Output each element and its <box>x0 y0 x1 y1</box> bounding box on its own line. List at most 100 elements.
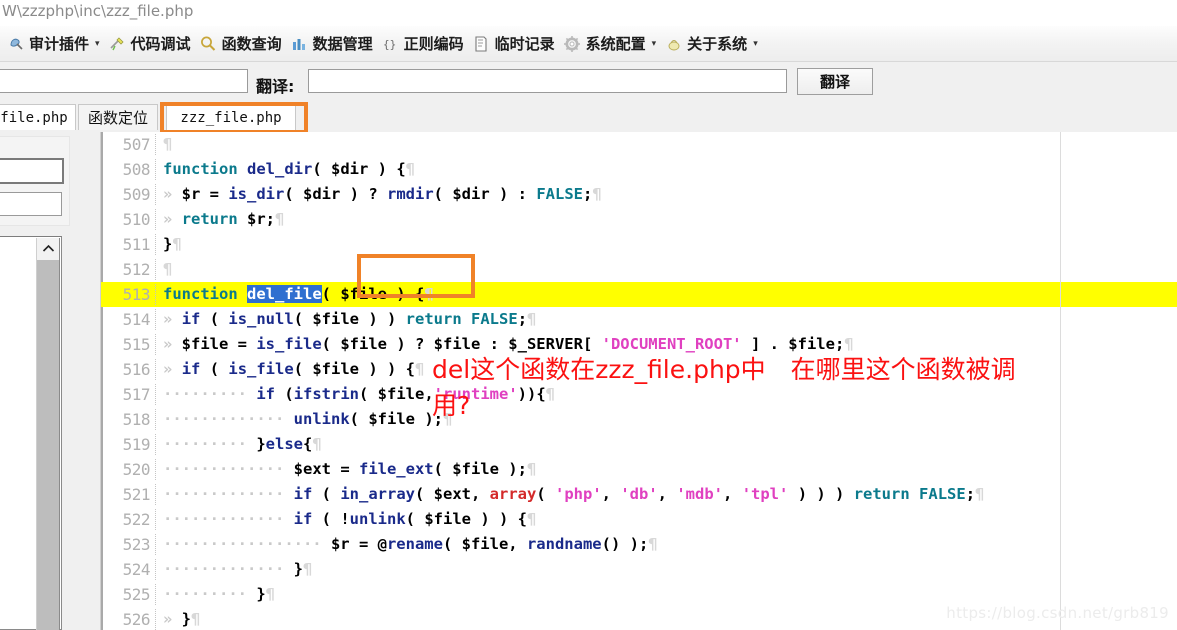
code-lines-container: 507 ¶ 508 function del_dir( $dir ) {¶ 509 » $… <box>101 132 1177 630</box>
code-text: » if ( is_file( $file ) ) {¶ <box>163 360 425 378</box>
toolbar-label: 审计插件 <box>29 35 90 53</box>
code-text: » }¶ <box>163 610 201 628</box>
code-line[interactable]: 524 ············· }¶ <box>101 557 1177 582</box>
code-text: ············· unlink( $file );¶ <box>163 410 453 428</box>
gutter-separator <box>155 134 157 155</box>
gutter-separator <box>155 259 157 280</box>
toolbar-label: 数据管理 <box>312 35 373 53</box>
code-line[interactable]: 508 function del_dir( $dir ) {¶ <box>101 157 1177 182</box>
code-text: ¶ <box>163 260 173 278</box>
line-number: 515 <box>122 335 151 354</box>
search-translate-row: 翻译: 翻译 <box>0 62 1177 103</box>
toolbar-label: 正则编码 <box>403 35 464 53</box>
code-text: function del_file( $file ) {¶ <box>163 285 434 303</box>
translate-label: 翻译: <box>256 77 295 96</box>
toolbar-item-code-debug[interactable]: 代码调试 <box>104 29 195 59</box>
line-number: 516 <box>122 360 151 379</box>
gutter-separator <box>155 359 157 380</box>
code-line[interactable]: 521 ············· if ( in_array( $ext, ar… <box>101 482 1177 507</box>
gutter-separator <box>155 584 157 605</box>
code-line[interactable]: 509 » $r = is_dir( $dir ) ? rmdir( $dir )… <box>101 182 1177 207</box>
gutter-separator <box>155 159 157 180</box>
gutter-separator <box>155 409 157 430</box>
translate-button[interactable]: 翻译 <box>797 68 873 95</box>
line-number: 509 <box>122 185 151 204</box>
tab-file-php[interactable]: file.php <box>0 104 76 130</box>
info-icon <box>664 34 683 53</box>
line-number: 510 <box>122 210 151 229</box>
search-input[interactable] <box>0 69 248 93</box>
gutter-separator <box>155 559 157 580</box>
line-number: 508 <box>122 160 151 179</box>
line-number: 524 <box>122 560 151 579</box>
tab-function-locate[interactable]: 函数定位 <box>78 104 158 130</box>
scrollbar-thumb[interactable] <box>37 260 59 630</box>
code-line[interactable]: 517 ········· if (ifstrin( $file,'runtime… <box>101 382 1177 407</box>
chevron-down-icon[interactable]: ▾ <box>652 39 657 48</box>
gutter-separator <box>155 534 157 555</box>
code-line[interactable]: 518 ············· unlink( $file );¶ <box>101 407 1177 432</box>
plugin-icon <box>6 34 25 53</box>
toolbar-item-data-manage[interactable]: 数据管理 <box>286 29 377 59</box>
line-number: 511 <box>122 235 151 254</box>
code-line[interactable]: 519 ········· }else{¶ <box>101 432 1177 457</box>
code-line[interactable]: 510 » return $r;¶ <box>101 207 1177 232</box>
left-panel-field-1[interactable] <box>0 158 64 184</box>
left-side-panel <box>0 132 101 630</box>
magnifier-icon <box>199 34 218 53</box>
code-line[interactable]: 522 ············· if ( !unlink( $file ) )… <box>101 507 1177 532</box>
gutter-separator <box>155 434 157 455</box>
code-line[interactable]: 512 ¶ <box>101 257 1177 282</box>
code-line[interactable]: 507 ¶ <box>101 132 1177 157</box>
code-line[interactable]: 513 function del_file( $file ) {¶ <box>101 282 1177 307</box>
gutter-separator <box>155 509 157 530</box>
editor-tab-strip: file.php 函数定位 zzz_file.php <box>0 102 1177 134</box>
translate-input[interactable] <box>308 69 787 93</box>
toolbar-label: 关于系统 <box>687 35 748 53</box>
toolbar-item-about-system[interactable]: 关于系统 ▾ <box>660 29 762 59</box>
window-file-path: W\zzzphp\inc\zzz_file.php <box>2 2 194 20</box>
chevron-down-icon[interactable]: ▾ <box>95 39 100 48</box>
gutter-separator <box>155 384 157 405</box>
code-text: ············· $ext = file_ext( $file );¶ <box>163 460 537 478</box>
gutter-separator <box>155 284 157 305</box>
gutter-separator <box>155 309 157 330</box>
code-line[interactable]: 514 » if ( is_null( $file ) ) return FALS… <box>101 307 1177 332</box>
code-text: » $file = is_file( $file ) ? $file : $_S… <box>163 335 854 353</box>
toolbar-item-audit-plugin[interactable]: 审计插件 ▾ <box>2 29 104 59</box>
line-number: 507 <box>122 135 151 154</box>
code-line[interactable]: 523 ················· $r = @rename( $file… <box>101 532 1177 557</box>
code-text: ············· if ( !unlink( $file ) ) {¶ <box>163 510 537 528</box>
line-number: 526 <box>122 610 151 629</box>
chevron-down-icon[interactable]: ▾ <box>753 39 758 48</box>
code-line[interactable]: 511}¶ <box>101 232 1177 257</box>
gutter-separator <box>155 334 157 355</box>
toolbar-item-temp-record[interactable]: 临时记录 <box>468 29 559 59</box>
line-number: 522 <box>122 510 151 529</box>
code-text: ········· }¶ <box>163 585 276 603</box>
code-line[interactable]: 515 » $file = is_file( $file ) ? $file : … <box>101 332 1177 357</box>
toolbar-item-regex-encode[interactable]: {} 正则编码 <box>377 29 468 59</box>
gutter-separator <box>155 184 157 205</box>
left-panel-scrollbar[interactable] <box>36 238 60 630</box>
toolbar-item-system-config[interactable]: 系统配置 ▾ <box>559 29 661 59</box>
code-editor[interactable]: 507 ¶ 508 function del_dir( $dir ) {¶ 509 » $… <box>101 132 1177 630</box>
code-line[interactable]: 516 » if ( is_file( $file ) ) {¶ <box>101 357 1177 382</box>
line-number: 519 <box>122 435 151 454</box>
note-icon <box>472 34 491 53</box>
line-number: 517 <box>122 385 151 404</box>
code-text: ············· if ( in_array( $ext, array… <box>163 485 985 503</box>
toolbar-label: 代码调试 <box>130 35 191 53</box>
code-line[interactable]: 520 ············· $ext = file_ext( $file … <box>101 457 1177 482</box>
debug-icon <box>108 34 127 53</box>
code-text: » if ( is_null( $file ) ) return FALSE;¶ <box>163 310 537 328</box>
toolbar-label: 函数查询 <box>221 35 282 53</box>
line-number: 521 <box>122 485 151 504</box>
gutter-separator <box>155 459 157 480</box>
tab-zzz-file-php[interactable]: zzz_file.php <box>166 104 296 130</box>
toolbar-item-function-query[interactable]: 函数查询 <box>195 29 286 59</box>
scroll-up-arrow-icon[interactable] <box>37 238 59 258</box>
left-panel-field-2[interactable] <box>0 192 62 216</box>
toolbar-label: 系统配置 <box>585 35 646 53</box>
gear-icon <box>563 34 582 53</box>
